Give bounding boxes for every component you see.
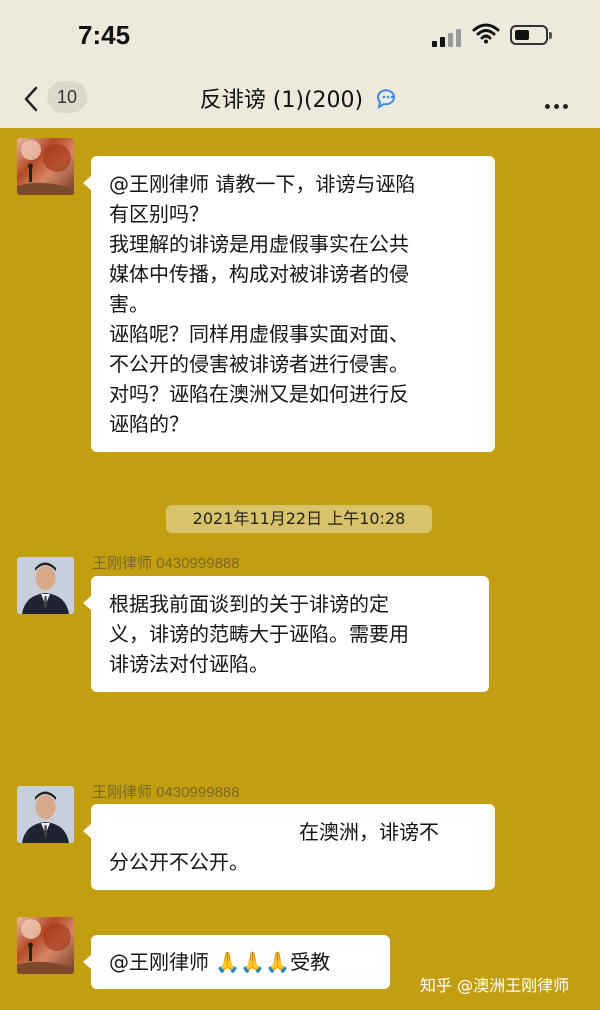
avatar[interactable] [17,786,74,843]
sender-name: 王刚律师 0430999888 [92,784,240,801]
mention[interactable]: @王刚律师 [109,950,209,974]
wifi-icon [472,23,500,44]
avatar[interactable] [17,917,74,974]
message-text: 分公开不公开。 [109,850,249,874]
message-text: 义，诽谤的范畴大于诬陷。需要用 [109,622,409,646]
status-bar: 7:45 [0,0,600,70]
message-text: @王刚律师 请教一下，诽谤与诬陷 [109,172,416,196]
avatar[interactable] [17,138,74,195]
chat-title-area: 反诽谤 (1)(200) [0,82,600,114]
message-text: 害。 [109,292,149,316]
message-text: 在澳洲，诽谤不 [299,820,439,844]
message-timestamp: 2021年11月22日 上午10:28 [166,505,432,533]
message-text: 对吗？诬陷在澳洲又是如何进行反 [109,382,409,406]
signal-icon [432,27,464,47]
avatar[interactable] [17,557,74,614]
message-text: 诽谤法对付诬陷。 [109,652,269,676]
message-text: 我理解的诽谤是用虚假事实在公共 [109,232,409,256]
message-text: 不公开的侵害被诽谤者进行侵害。 [109,352,409,376]
status-time: 7:45 [78,20,131,50]
message-bubble[interactable]: 根据我前面谈到的关于诽谤的定 义，诽谤的范畴大于诬陷。需要用 诽谤法对付诬陷。 [83,576,489,692]
watermark: 知乎 @澳洲王刚律师 [420,976,570,995]
message-text: 有区别吗？ [109,202,209,226]
sender-name: 王刚律师 0430999888 [92,555,240,572]
lawyer-portrait-icon [17,557,74,614]
chat-title: 反诽谤 (1)(200) [199,88,364,113]
message-bubble[interactable]: @王刚律师 🙏🙏🙏受教 [83,935,390,989]
group-chat-icon [377,89,396,109]
chat-header: 10 反诽谤 (1)(200) [0,70,600,128]
message-bubble[interactable]: 在澳洲，诽谤不 分公开不公开。 [83,804,495,890]
message-text-line: 在澳洲，诽谤不 [109,817,477,847]
message-text: 受教 [290,950,331,974]
message-text: 诬陷的？ [109,412,189,436]
message-text: 媒体中传播，构成对被诽谤者的侵 [109,262,409,286]
lawyer-portrait-icon [17,786,74,843]
autumn-photo-icon [17,919,74,974]
message-text: 根据我前面谈到的关于诽谤的定 [109,592,389,616]
more-options-icon[interactable] [545,94,572,113]
folded-hands-emoji-icon: 🙏🙏🙏 [215,950,291,974]
autumn-photo-icon [17,140,74,195]
message-text-line: @王刚律师 🙏🙏🙏受教 [109,947,372,977]
message-text: 诬陷呢？同样用虚假事实面对面、 [109,322,409,346]
message-bubble[interactable]: @王刚律师 请教一下，诽谤与诬陷 有区别吗？ 我理解的诽谤是用虚假事实在公共 媒… [83,156,495,452]
battery-icon [510,25,552,45]
